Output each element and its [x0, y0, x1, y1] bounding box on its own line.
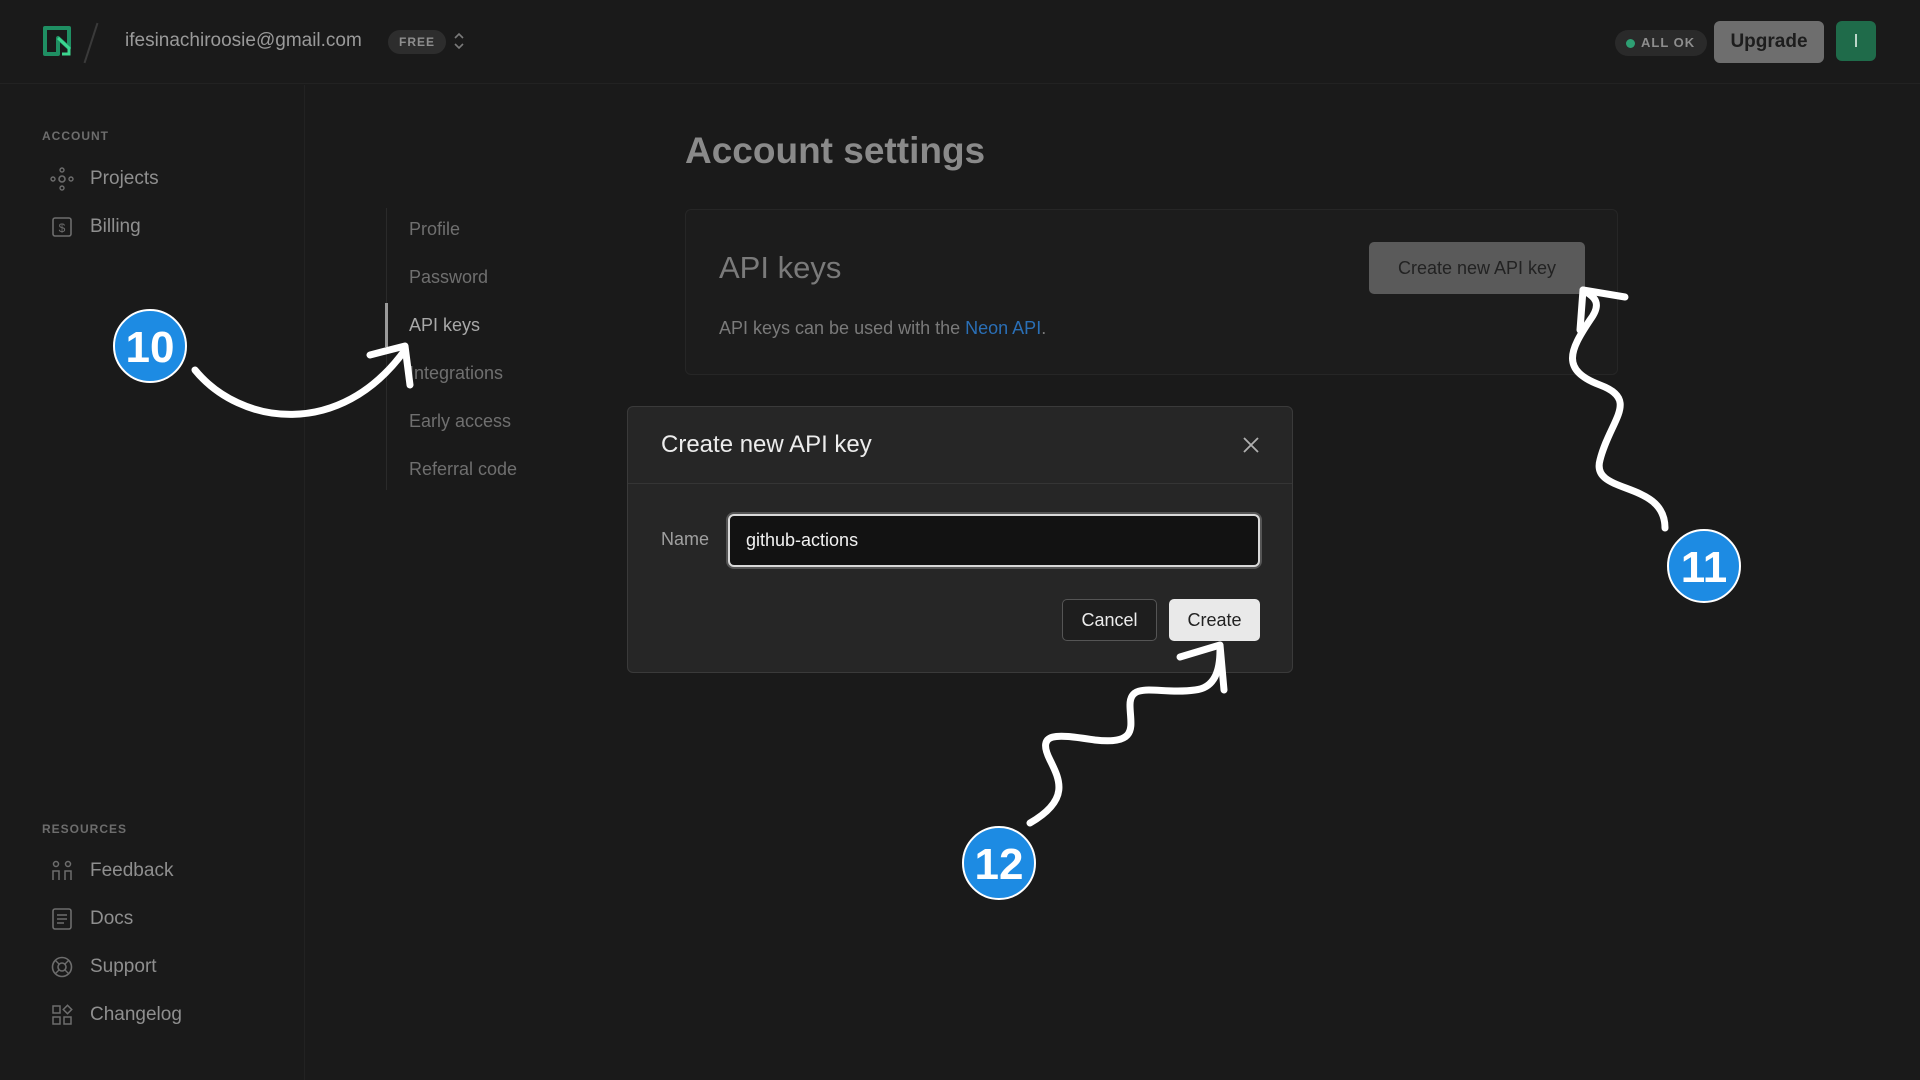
- settings-nav-integrations[interactable]: Integrations: [409, 363, 503, 384]
- sidebar-item-feedback[interactable]: Feedback: [50, 856, 173, 886]
- feedback-icon: [52, 860, 72, 880]
- sidebar-item-billing[interactable]: $ Billing: [50, 212, 141, 242]
- top-bar: ifesinachiroosie@gmail.com FREE ALL OK U…: [0, 0, 1920, 84]
- dialog-header: Create new API key: [628, 407, 1292, 484]
- sidebar-item-support[interactable]: Support: [50, 952, 157, 982]
- name-field[interactable]: [728, 514, 1260, 567]
- status-dot-icon: [1626, 39, 1635, 48]
- changelog-icon: [52, 1004, 73, 1025]
- billing-icon: $: [52, 217, 72, 237]
- sidebar: ACCOUNT Projects $ Billing RESOURCES Fee…: [0, 85, 305, 1080]
- sidebar-item-label: Feedback: [90, 860, 174, 881]
- description-suffix: .: [1041, 318, 1047, 338]
- create-button[interactable]: Create: [1169, 599, 1260, 641]
- step-badge-11: 11: [1667, 529, 1741, 603]
- settings-nav-api-keys[interactable]: API keys: [409, 315, 480, 336]
- status-badge[interactable]: ALL OK: [1615, 30, 1708, 56]
- avatar[interactable]: I: [1836, 21, 1876, 61]
- sidebar-item-label: Billing: [90, 216, 141, 237]
- create-new-api-key-button[interactable]: Create new API key: [1369, 242, 1585, 294]
- sidebar-item-projects[interactable]: Projects: [50, 164, 159, 194]
- settings-nav-active-indicator: [385, 303, 388, 347]
- page-title: Account settings: [685, 130, 986, 171]
- settings-nav-track: [386, 208, 387, 490]
- sidebar-item-docs[interactable]: Docs: [50, 904, 133, 934]
- step-badge-10: 10: [113, 309, 187, 383]
- create-api-key-dialog: Create new API key Name Cancel Create: [627, 406, 1293, 673]
- settings-nav-password[interactable]: Password: [409, 267, 488, 288]
- description-text: API keys can be used with the: [719, 318, 966, 338]
- sidebar-item-label: Support: [90, 956, 157, 977]
- sidebar-item-label: Changelog: [90, 1004, 182, 1025]
- api-keys-title: API keys: [719, 250, 842, 285]
- settings-nav-profile[interactable]: Profile: [409, 219, 460, 240]
- breadcrumb-separator: [83, 22, 99, 64]
- close-icon[interactable]: [1239, 433, 1263, 457]
- account-section-heading: ACCOUNT: [42, 129, 109, 143]
- neon-logo-icon[interactable]: [42, 24, 74, 58]
- sidebar-item-label: Projects: [90, 168, 159, 189]
- account-switcher-chevrons-icon[interactable]: [452, 30, 466, 52]
- settings-nav-referral-code[interactable]: Referral code: [409, 459, 517, 480]
- sidebar-item-changelog[interactable]: Changelog: [50, 1000, 182, 1030]
- settings-nav-early-access[interactable]: Early access: [409, 411, 511, 432]
- docs-icon: [52, 908, 72, 930]
- name-field-label: Name: [661, 529, 710, 549]
- status-text: ALL OK: [1641, 35, 1696, 50]
- resources-section-heading: RESOURCES: [42, 822, 128, 836]
- cancel-button[interactable]: Cancel: [1062, 599, 1157, 641]
- sidebar-item-label: Docs: [90, 908, 134, 929]
- neon-api-link[interactable]: Neon API: [965, 318, 1041, 338]
- upgrade-button[interactable]: Upgrade: [1714, 21, 1824, 63]
- dialog-title: Create new API key: [661, 431, 872, 458]
- api-keys-description: API keys can be used with the Neon API.: [719, 318, 1046, 339]
- plan-badge: FREE: [388, 30, 447, 54]
- step-badge-12: 12: [962, 826, 1036, 900]
- support-icon: [51, 956, 73, 978]
- projects-icon: [50, 167, 74, 191]
- api-keys-card: API keys API keys can be used with the N…: [685, 209, 1618, 375]
- account-email[interactable]: ifesinachiroosie@gmail.com: [125, 30, 362, 52]
- svg-text:$: $: [59, 221, 66, 235]
